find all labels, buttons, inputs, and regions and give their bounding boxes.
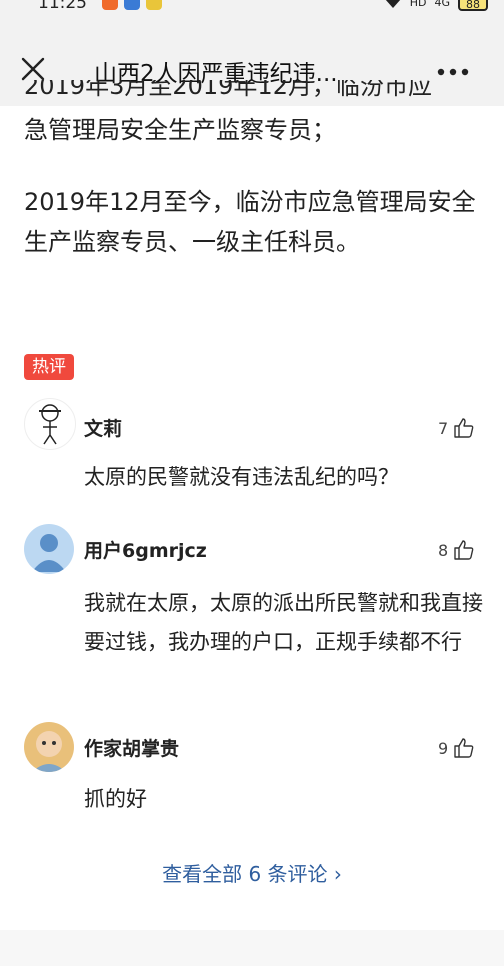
thumbs-up-icon bbox=[454, 540, 474, 560]
avatar[interactable] bbox=[24, 722, 74, 772]
like-count: 7 bbox=[438, 418, 449, 438]
thumbs-up-icon bbox=[454, 738, 474, 758]
signal-icon: 4G bbox=[434, 0, 450, 9]
view-all-comments-link[interactable]: 查看全部 6 条评论 › bbox=[0, 858, 504, 887]
status-app-icons bbox=[102, 0, 162, 10]
more-icon bbox=[437, 68, 469, 76]
comment-text: 太原的民警就没有违法乱纪的吗？ bbox=[84, 465, 399, 489]
comment-author[interactable]: 作家胡掌贵 bbox=[84, 734, 179, 761]
status-time: 11:25 bbox=[38, 0, 87, 13]
avatar[interactable] bbox=[24, 398, 76, 450]
avatar-sketch-icon bbox=[39, 404, 61, 445]
like-button[interactable]: 9 bbox=[438, 736, 476, 760]
hot-comments-badge: 热评 bbox=[24, 354, 74, 380]
article-paragraph: 急管理局安全生产监察专员； bbox=[24, 116, 336, 144]
app-notification-icon bbox=[124, 0, 140, 10]
comment-author[interactable]: 用户6gmrjcz bbox=[84, 536, 207, 563]
bottom-area bbox=[0, 930, 504, 966]
more-button[interactable] bbox=[436, 58, 480, 82]
like-button[interactable]: 7 bbox=[438, 416, 476, 440]
like-count: 8 bbox=[438, 540, 449, 560]
article-paragraph: 2019年12月至今，临汾市应急管理局安全生产监察专员、一级主任科员。 bbox=[24, 188, 476, 256]
hd-label: HD bbox=[409, 0, 427, 9]
app-notification-icon bbox=[102, 0, 118, 10]
like-count: 9 bbox=[438, 738, 449, 758]
battery-icon: 88 bbox=[458, 0, 488, 11]
child-photo-icon bbox=[32, 731, 66, 772]
default-user-icon bbox=[32, 534, 66, 572]
avatar[interactable] bbox=[24, 524, 74, 574]
wifi-icon bbox=[384, 0, 402, 11]
article-clipped-line: 2019年3月至2019年12月，临汾市应 bbox=[24, 80, 432, 100]
app-notification-icon bbox=[146, 0, 162, 10]
status-bar: 11:25 HD 4G 88 bbox=[0, 0, 504, 14]
comment-text: 我就在太原，太原的派出所民警就和我直接要过钱，我办理的户口，正规手续都不行 bbox=[84, 591, 483, 654]
article-body: 2019年3月至2019年12月，临汾市应 急管理局安全生产监察专员； 2019… bbox=[24, 80, 486, 262]
comment-text: 抓的好 bbox=[84, 787, 147, 811]
status-right: HD 4G 88 bbox=[384, 0, 488, 11]
thumbs-up-icon bbox=[454, 418, 474, 438]
like-button[interactable]: 8 bbox=[438, 538, 476, 562]
comment-author[interactable]: 文莉 bbox=[84, 414, 122, 441]
